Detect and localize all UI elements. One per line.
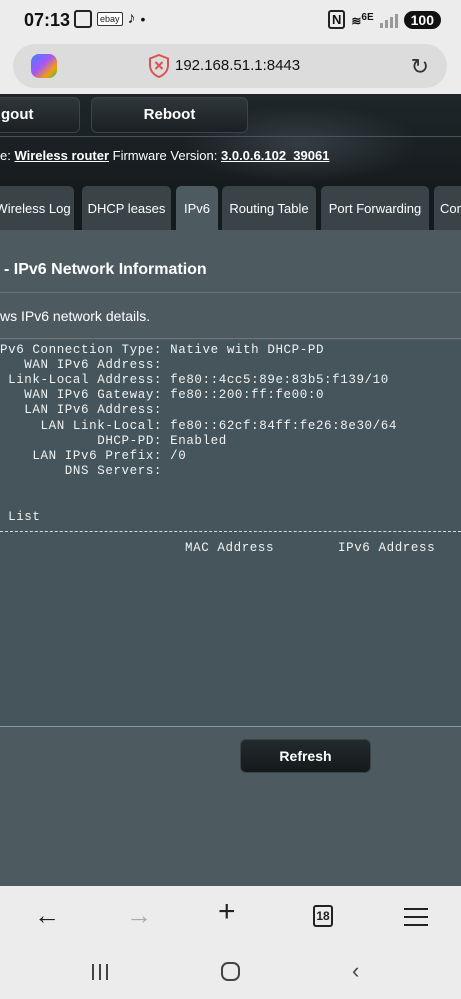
dashed-separator	[0, 531, 461, 532]
status-notification-icons: ebay ♪ •	[74, 10, 145, 28]
back-arrow-icon[interactable]: ←	[34, 900, 60, 930]
firmware-label: Firmware Version:	[112, 148, 218, 163]
menu-icon[interactable]	[404, 908, 428, 926]
section-description: ws IPv6 network details.	[0, 308, 151, 324]
screenshot-icon	[74, 10, 92, 28]
refresh-button[interactable]: Refresh	[240, 739, 371, 773]
status-time: 07:13	[24, 10, 71, 30]
signal-icon	[379, 12, 398, 28]
copilot-icon[interactable]	[31, 54, 57, 78]
tab-ipv6[interactable]: IPv6	[176, 186, 218, 230]
log-bottom-divider	[0, 726, 461, 727]
nfc-icon: N	[327, 10, 346, 29]
browser-toolbar: 192.168.51.1:8443 ↻	[0, 40, 461, 94]
section-divider	[0, 292, 461, 293]
url-text[interactable]: 192.168.51.1:8443	[175, 57, 300, 74]
log-line: Link-Local Address: fe80::4cc5:89e:83b5:…	[0, 373, 389, 387]
browser-bottom-bar: ← → + 18	[0, 886, 461, 948]
log-line: DHCP-PD: Enabled	[0, 434, 227, 448]
log-line: DNS Servers:	[0, 464, 163, 478]
home-icon[interactable]	[221, 962, 240, 981]
tab-connections[interactable]: Con	[434, 186, 461, 230]
system-nav-bar: ‹	[0, 948, 461, 999]
tab-routing-table[interactable]: Routing Table	[222, 186, 316, 230]
insecure-shield-icon[interactable]	[148, 54, 170, 78]
log-line: WAN IPv6 Address:	[0, 358, 163, 372]
reload-icon[interactable]: ↻	[411, 54, 429, 80]
section-title: - IPv6 Network Information	[4, 261, 207, 278]
battery-indicator: 100	[403, 10, 441, 29]
log-tabs: Wireless Log DHCP leases IPv6 Routing Ta…	[0, 186, 461, 230]
tab-port-forwarding[interactable]: Port Forwarding	[321, 186, 429, 230]
column-ipv6-address: IPv6 Address	[338, 541, 436, 555]
wifi-icon: ≋6E	[351, 11, 374, 28]
firmware-version-link[interactable]: 3.0.0.6.102_39061	[221, 148, 329, 163]
status-system-icons: N ≋6E 100	[327, 10, 441, 29]
tab-dhcp-leases[interactable]: DHCP leases	[82, 186, 171, 230]
ipv6-log-textarea[interactable]: Pv6 Connection Type: Native with DHCP-PD…	[0, 340, 461, 726]
tab-count-button[interactable]: 18	[313, 905, 333, 927]
status-bar: 07:13 ebay ♪ • N ≋6E 100	[0, 0, 461, 40]
operation-mode-link[interactable]: Wireless router	[14, 148, 109, 163]
more-notifications-icon: •	[140, 11, 146, 27]
new-tab-plus-icon[interactable]: +	[218, 897, 236, 927]
operation-mode-row: e: Wireless router Firmware Version: 3.0…	[0, 148, 329, 163]
header-divider	[0, 136, 461, 137]
ebay-icon: ebay	[97, 12, 123, 26]
description-divider	[0, 338, 461, 339]
reboot-button[interactable]: Reboot	[91, 97, 248, 133]
logout-button[interactable]: gout	[0, 97, 80, 133]
log-line: WAN IPv6 Gateway: fe80::200:ff:fe00:0	[0, 388, 325, 402]
back-chevron-icon[interactable]: ‹	[352, 958, 359, 984]
wifi-6e-label: 6E	[361, 11, 374, 23]
forward-arrow-icon[interactable]: →	[126, 900, 152, 930]
log-line: Pv6 Connection Type: Native with DHCP-PD	[0, 343, 325, 357]
recent-apps-icon[interactable]	[92, 964, 108, 980]
address-bar[interactable]: 192.168.51.1:8443 ↻	[13, 44, 447, 88]
log-line: LAN IPv6 Prefix: /0	[0, 449, 187, 463]
mode-prefix: e:	[0, 148, 11, 163]
log-line: LAN IPv6 Address:	[0, 403, 163, 417]
tiktok-icon: ♪	[127, 10, 136, 27]
log-line: LAN Link-Local: fe80::62cf:84ff:fe26:8e3…	[0, 419, 397, 433]
tab-wireless-log[interactable]: Wireless Log	[0, 186, 74, 230]
list-label: List	[0, 510, 41, 524]
column-mac-address: MAC Address	[185, 541, 275, 555]
